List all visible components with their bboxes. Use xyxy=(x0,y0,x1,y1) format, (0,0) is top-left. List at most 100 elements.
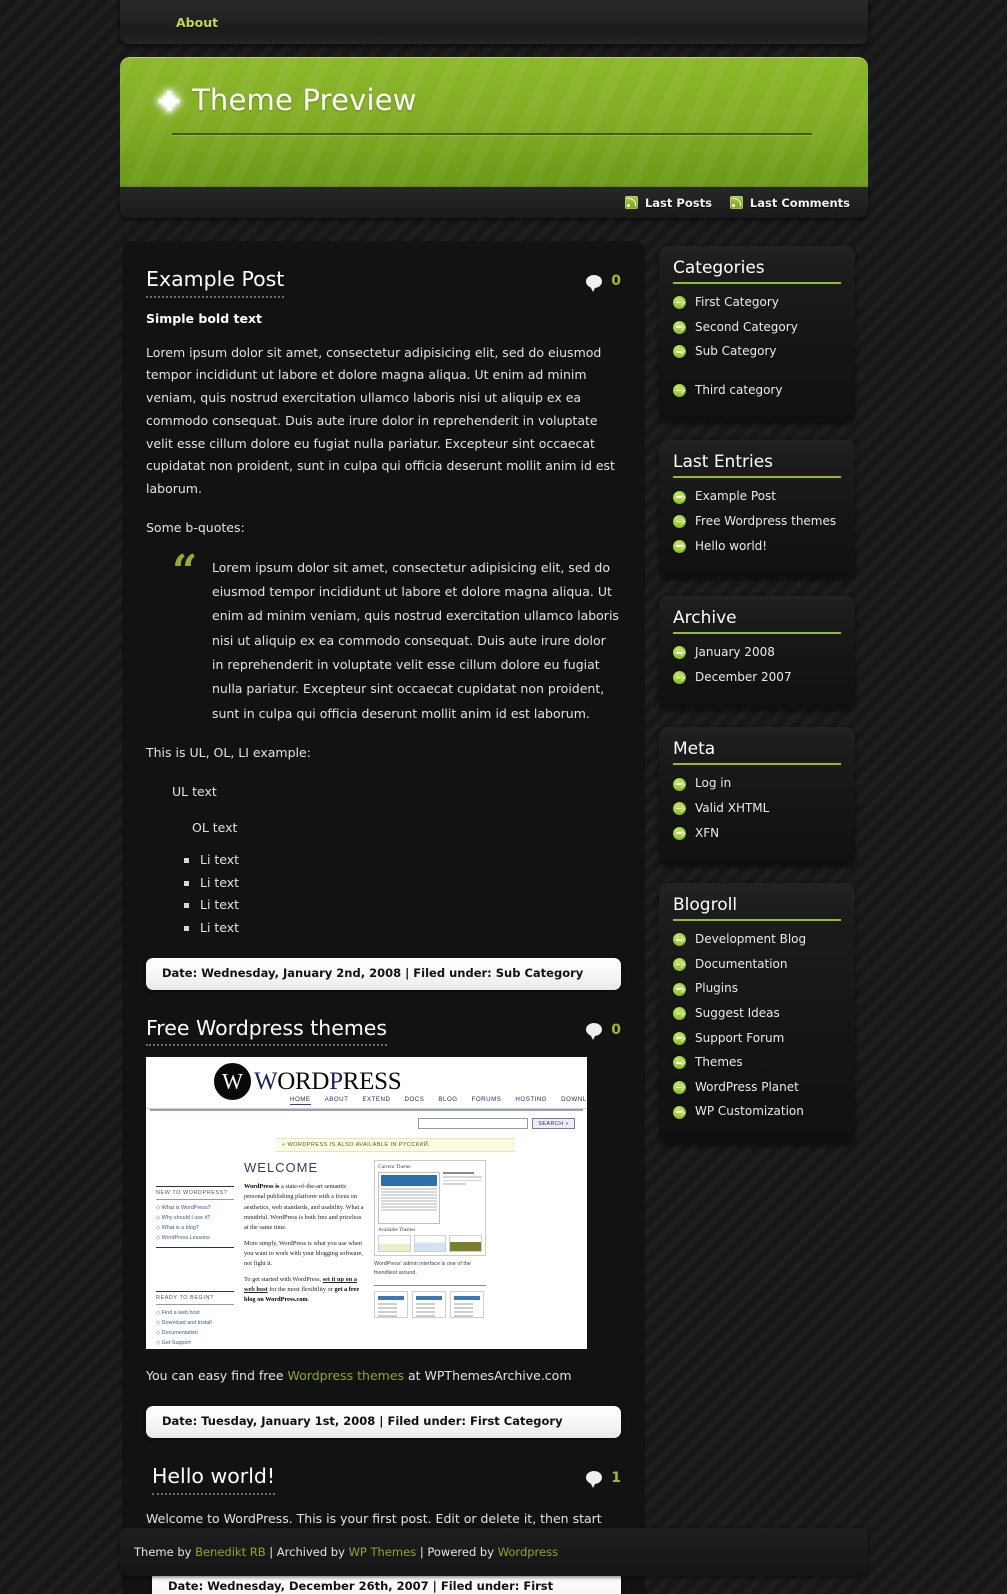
comment-count: 0 xyxy=(611,273,621,289)
post-title[interactable]: Example Post xyxy=(146,267,285,298)
post-free-wordpress-themes: Free Wordpress themes 0 WORDPRESS HOME A… xyxy=(146,1016,621,1438)
arrow-bullet-icon xyxy=(673,982,686,996)
sidebar-item-wordpress-planet[interactable]: WordPress Planet xyxy=(673,1080,841,1096)
sidebar-item-log-in[interactable]: Log in xyxy=(673,776,841,792)
comment-meta[interactable]: 0 xyxy=(586,267,621,292)
sidebar-item-december-2007[interactable]: December 2007 xyxy=(673,670,841,686)
top-navigation-bar: About xyxy=(120,0,868,44)
arrow-bullet-icon xyxy=(673,802,686,816)
post-header: Free Wordpress themes 0 xyxy=(146,1016,621,1047)
wp-theme-panel: Current Theme Available Themes xyxy=(374,1160,486,1257)
post-title[interactable]: Hello world! xyxy=(152,1464,276,1495)
wordpress-themes-link[interactable]: Wordpress themes xyxy=(288,1368,405,1383)
arrow-bullet-icon xyxy=(673,826,686,840)
wp-nav-home: HOME xyxy=(290,1096,311,1106)
wp-nav-blog: BLOG xyxy=(438,1096,458,1104)
header-divider xyxy=(172,133,812,135)
widget-title: Categories xyxy=(673,258,841,284)
post-header: Hello world! 1 xyxy=(146,1464,621,1495)
wp-nav-hosting: HOSTING xyxy=(515,1096,548,1104)
sidebar-item-label: Log in xyxy=(695,776,732,791)
sidebar-item-sub-category[interactable]: Sub Category xyxy=(673,344,841,360)
wordpress-w-icon xyxy=(214,1063,251,1101)
wp-admin-thumb xyxy=(378,1172,440,1225)
sidebar-item-label: WordPress Planet xyxy=(695,1079,799,1094)
sidebar-item-themes[interactable]: Themes xyxy=(673,1055,841,1071)
rss-icon xyxy=(729,196,743,209)
post-title[interactable]: Free Wordpress themes xyxy=(146,1016,388,1047)
sidebar-item-label: Hello world! xyxy=(695,538,768,553)
sidebar-item-first-category[interactable]: First Category xyxy=(673,295,841,311)
list-item: Li text xyxy=(184,894,621,917)
site-title[interactable]: Theme Preview xyxy=(192,83,417,117)
sidebar-item-suggest-ideas[interactable]: Suggest Ideas xyxy=(673,1006,841,1022)
arrow-bullet-icon xyxy=(673,1080,686,1094)
wp-left-heading-1: NEW TO WORDPRESS? xyxy=(156,1186,234,1201)
feed-link-last-posts[interactable]: Last Posts xyxy=(624,196,712,210)
list-intro: This is UL, OL, LI example: xyxy=(146,745,311,761)
sidebar-item-label: Sub Category xyxy=(695,344,777,359)
ol-text: OL text xyxy=(192,820,238,836)
wp-available-themes-label: Available Themes xyxy=(378,1227,416,1234)
wp-card xyxy=(450,1291,484,1319)
sidebar-item-xfn[interactable]: XFN xyxy=(673,826,841,842)
sidebar-item-hello-world[interactable]: Hello world! xyxy=(673,539,841,555)
footer-link-wordpress[interactable]: Wordpress xyxy=(498,1545,558,1559)
sidebar-item-wp-customization[interactable]: WP Customization xyxy=(673,1104,841,1120)
widget-last-entries: Last Entries Example Post Free Wordpress… xyxy=(659,440,855,580)
wp-nav-download: DOWNLOAD xyxy=(561,1096,587,1104)
widget-title: Blogroll xyxy=(673,895,841,922)
wp-right-column: Current Theme Available Themes WordPress… xyxy=(374,1160,486,1348)
widget-title: Meta xyxy=(673,739,841,766)
widget-list: Log in Valid XHTML XFN xyxy=(673,776,841,841)
wp-divider xyxy=(374,1284,486,1287)
top-nav-list: About xyxy=(120,0,868,44)
rss-icon xyxy=(624,196,638,209)
sidebar-item-example-post[interactable]: Example Post xyxy=(673,489,841,505)
sidebar-item-free-wordpress-themes[interactable]: Free Wordpress themes xyxy=(673,514,841,530)
feed-label: Last Comments xyxy=(749,195,850,210)
post-body: Simple bold text Lorem ipsum dolor sit a… xyxy=(146,311,621,990)
arrow-bullet-icon xyxy=(673,933,686,947)
comment-count: 1 xyxy=(611,1469,621,1486)
sidebar-item-valid-xhtml[interactable]: Valid XHTML xyxy=(673,801,841,817)
sidebar-item-label: Development Blog xyxy=(695,932,807,947)
post-datebar: Date: Tuesday, January 1st, 2008 | Filed… xyxy=(146,1406,621,1438)
arrow-bullet-icon xyxy=(673,646,686,660)
comment-meta[interactable]: 0 xyxy=(586,1016,621,1041)
list-item: Li text xyxy=(184,872,621,895)
wordpress-screenshot-image[interactable]: WORDPRESS HOME ABOUT EXTEND DOCS BLOG FO… xyxy=(146,1057,587,1350)
sidebar-item-label: WP Customization xyxy=(695,1104,804,1119)
nav-item-about[interactable]: About xyxy=(166,11,228,34)
sidebar-item-support-forum[interactable]: Support Forum xyxy=(673,1031,841,1047)
post-datebar: Date: Wednesday, January 2nd, 2008 | Fil… xyxy=(146,957,621,990)
widget-list: Example Post Free Wordpress themes Hello… xyxy=(673,489,841,554)
sidebar-item-label: January 2008 xyxy=(695,645,775,660)
wp-search-row: SEARCH » xyxy=(146,1111,587,1130)
sparkle-icon xyxy=(158,90,180,112)
wp-logo: WORDPRESS xyxy=(214,1063,402,1101)
comment-meta[interactable]: 1 xyxy=(586,1464,621,1489)
wp-search-input xyxy=(418,1118,529,1130)
footer-link-author[interactable]: Benedikt RB xyxy=(195,1545,266,1559)
feed-link-last-comments[interactable]: Last Comments xyxy=(729,195,850,210)
post-example-post: Example Post 0 Simple bold text Lorem ip… xyxy=(146,267,621,990)
footer-link-wp-themes[interactable]: WP Themes xyxy=(349,1545,417,1559)
widget-meta: Meta Log in Valid XHTML XFN xyxy=(659,727,855,867)
sidebar-item-documentation[interactable]: Documentation xyxy=(673,957,841,973)
sidebar-item-january-2008[interactable]: January 2008 xyxy=(673,645,841,661)
sidebar-item-second-category[interactable]: Second Category xyxy=(673,320,841,336)
sidebar-item-plugins[interactable]: Plugins xyxy=(673,981,841,997)
sidebar-item-development-blog[interactable]: Development Blog xyxy=(673,932,841,948)
post-bold-line: Simple bold text xyxy=(146,310,262,326)
wp-left-link: ◇ Documentation xyxy=(156,1330,198,1337)
wp-paragraph-3: To get started with WordPress, set it up… xyxy=(244,1275,360,1303)
wp-card xyxy=(412,1291,446,1319)
wp-nav: HOME ABOUT EXTEND DOCS BLOG FORUMS HOSTI… xyxy=(290,1096,587,1106)
wp-logo-bar: WORDPRESS HOME ABOUT EXTEND DOCS BLOG FO… xyxy=(146,1057,587,1110)
sidebar-item-label: Example Post xyxy=(695,489,776,504)
widget-categories: Categories First Category Second Categor… xyxy=(659,246,855,424)
main-content: Example Post 0 Simple bold text Lorem ip… xyxy=(122,241,645,1594)
sidebar-item-third-category[interactable]: Third category xyxy=(673,383,841,399)
wp-panel-text xyxy=(443,1172,482,1224)
